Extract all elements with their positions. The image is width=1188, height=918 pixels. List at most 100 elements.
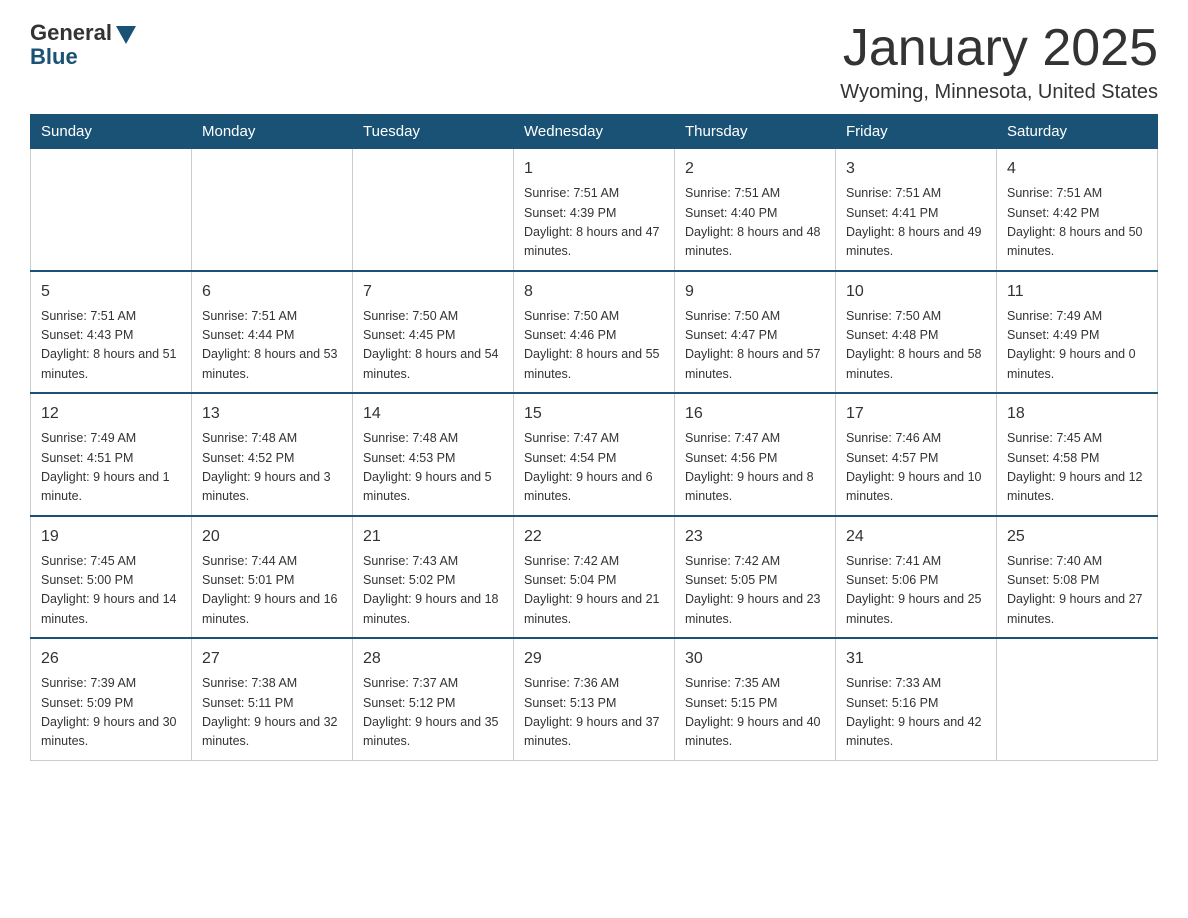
calendar-cell: 26 Sunrise: 7:39 AM Sunset: 5:09 PM Dayli… bbox=[31, 638, 192, 760]
calendar-week-row: 12 Sunrise: 7:49 AM Sunset: 4:51 PM Dayli… bbox=[31, 393, 1158, 516]
calendar-cell: 14 Sunrise: 7:48 AM Sunset: 4:53 PM Dayli… bbox=[353, 393, 514, 516]
calendar-week-row: 19 Sunrise: 7:45 AM Sunset: 5:00 PM Dayli… bbox=[31, 516, 1158, 639]
calendar-cell: 10Sunrise: 7:50 AM Sunset: 4:48 PM Dayli… bbox=[836, 271, 997, 394]
logo-general-text: General bbox=[30, 20, 112, 46]
calendar-cell: 4 Sunrise: 7:51 AM Sunset: 4:42 PM Daylig… bbox=[997, 149, 1158, 271]
calendar-week-row: 1 Sunrise: 7:51 AM Sunset: 4:39 PM Daylig… bbox=[31, 149, 1158, 271]
weekday-header-sunday: Sunday bbox=[31, 115, 192, 149]
calendar-cell: 9 Sunrise: 7:50 AM Sunset: 4:47 PM Daylig… bbox=[675, 271, 836, 394]
calendar-cell: 23 Sunrise: 7:42 AM Sunset: 5:05 PM Dayli… bbox=[675, 516, 836, 639]
calendar-cell: 15Sunrise: 7:47 AM Sunset: 4:54 PM Dayli… bbox=[514, 393, 675, 516]
calendar-cell: 1 Sunrise: 7:51 AM Sunset: 4:39 PM Daylig… bbox=[514, 149, 675, 271]
weekday-header-friday: Friday bbox=[836, 115, 997, 149]
day-number: 31 bbox=[846, 647, 986, 671]
day-number: 4 bbox=[1007, 157, 1147, 181]
day-info: Sunrise: 7:51 AM Sunset: 4:40 PM Dayligh… bbox=[685, 184, 825, 262]
logo-triangle-icon bbox=[116, 26, 136, 44]
day-info: Sunrise: 7:42 AM Sunset: 5:05 PM Dayligh… bbox=[685, 552, 825, 630]
day-number: 12 bbox=[41, 402, 181, 426]
calendar-cell: 5 Sunrise: 7:51 AM Sunset: 4:43 PM Daylig… bbox=[31, 271, 192, 394]
calendar-cell: 19 Sunrise: 7:45 AM Sunset: 5:00 PM Dayli… bbox=[31, 516, 192, 639]
day-info: Sunrise: 7:35 AM Sunset: 5:15 PM Dayligh… bbox=[685, 674, 825, 752]
day-info: Sunrise: 7:50 AM Sunset: 4:47 PM Dayligh… bbox=[685, 307, 825, 385]
day-info: Sunrise: 7:45 AM Sunset: 5:00 PM Dayligh… bbox=[41, 552, 181, 630]
day-number: 9 bbox=[685, 280, 825, 304]
calendar-cell bbox=[997, 638, 1158, 760]
calendar-cell: 2Sunrise: 7:51 AM Sunset: 4:40 PM Daylig… bbox=[675, 149, 836, 271]
calendar-week-row: 5 Sunrise: 7:51 AM Sunset: 4:43 PM Daylig… bbox=[31, 271, 1158, 394]
day-info: Sunrise: 7:51 AM Sunset: 4:43 PM Dayligh… bbox=[41, 307, 181, 385]
day-info: Sunrise: 7:44 AM Sunset: 5:01 PM Dayligh… bbox=[202, 552, 342, 630]
day-number: 6 bbox=[202, 280, 342, 304]
day-info: Sunrise: 7:45 AM Sunset: 4:58 PM Dayligh… bbox=[1007, 429, 1147, 507]
calendar-body: 1 Sunrise: 7:51 AM Sunset: 4:39 PM Daylig… bbox=[31, 149, 1158, 761]
day-number: 30 bbox=[685, 647, 825, 671]
calendar-cell: 20 Sunrise: 7:44 AM Sunset: 5:01 PM Dayli… bbox=[192, 516, 353, 639]
day-number: 5 bbox=[41, 280, 181, 304]
calendar-cell: 24Sunrise: 7:41 AM Sunset: 5:06 PM Dayli… bbox=[836, 516, 997, 639]
calendar-table: SundayMondayTuesdayWednesdayThursdayFrid… bbox=[30, 114, 1158, 761]
day-info: Sunrise: 7:48 AM Sunset: 4:53 PM Dayligh… bbox=[363, 429, 503, 507]
day-info: Sunrise: 7:43 AM Sunset: 5:02 PM Dayligh… bbox=[363, 552, 503, 630]
calendar-header: SundayMondayTuesdayWednesdayThursdayFrid… bbox=[31, 115, 1158, 149]
calendar-cell: 11Sunrise: 7:49 AM Sunset: 4:49 PM Dayli… bbox=[997, 271, 1158, 394]
calendar-cell: 16Sunrise: 7:47 AM Sunset: 4:56 PM Dayli… bbox=[675, 393, 836, 516]
day-info: Sunrise: 7:51 AM Sunset: 4:42 PM Dayligh… bbox=[1007, 184, 1147, 262]
month-title: January 2025 bbox=[840, 20, 1158, 77]
day-info: Sunrise: 7:36 AM Sunset: 5:13 PM Dayligh… bbox=[524, 674, 664, 752]
day-number: 29 bbox=[524, 647, 664, 671]
day-number: 27 bbox=[202, 647, 342, 671]
calendar-cell bbox=[31, 149, 192, 271]
calendar-cell: 29 Sunrise: 7:36 AM Sunset: 5:13 PM Dayli… bbox=[514, 638, 675, 760]
calendar-cell: 30 Sunrise: 7:35 AM Sunset: 5:15 PM Dayli… bbox=[675, 638, 836, 760]
page-header: General Blue January 2025 Wyoming, Minne… bbox=[30, 20, 1158, 104]
logo-blue-text: Blue bbox=[30, 44, 78, 70]
day-info: Sunrise: 7:51 AM Sunset: 4:39 PM Dayligh… bbox=[524, 184, 664, 262]
day-number: 20 bbox=[202, 525, 342, 549]
day-info: Sunrise: 7:39 AM Sunset: 5:09 PM Dayligh… bbox=[41, 674, 181, 752]
day-number: 15 bbox=[524, 402, 664, 426]
day-info: Sunrise: 7:49 AM Sunset: 4:51 PM Dayligh… bbox=[41, 429, 181, 507]
calendar-cell: 28 Sunrise: 7:37 AM Sunset: 5:12 PM Dayli… bbox=[353, 638, 514, 760]
day-number: 16 bbox=[685, 402, 825, 426]
calendar-cell: 7 Sunrise: 7:50 AM Sunset: 4:45 PM Daylig… bbox=[353, 271, 514, 394]
logo: General Blue bbox=[30, 20, 136, 70]
title-area: January 2025 Wyoming, Minnesota, United … bbox=[840, 20, 1158, 104]
calendar-cell: 12 Sunrise: 7:49 AM Sunset: 4:51 PM Dayli… bbox=[31, 393, 192, 516]
calendar-cell: 22Sunrise: 7:42 AM Sunset: 5:04 PM Dayli… bbox=[514, 516, 675, 639]
calendar-cell bbox=[353, 149, 514, 271]
weekday-header-wednesday: Wednesday bbox=[514, 115, 675, 149]
day-number: 25 bbox=[1007, 525, 1147, 549]
calendar-cell: 6Sunrise: 7:51 AM Sunset: 4:44 PM Daylig… bbox=[192, 271, 353, 394]
day-number: 14 bbox=[363, 402, 503, 426]
calendar-cell: 17Sunrise: 7:46 AM Sunset: 4:57 PM Dayli… bbox=[836, 393, 997, 516]
day-number: 17 bbox=[846, 402, 986, 426]
day-number: 23 bbox=[685, 525, 825, 549]
calendar-cell: 3Sunrise: 7:51 AM Sunset: 4:41 PM Daylig… bbox=[836, 149, 997, 271]
day-info: Sunrise: 7:51 AM Sunset: 4:41 PM Dayligh… bbox=[846, 184, 986, 262]
day-info: Sunrise: 7:50 AM Sunset: 4:45 PM Dayligh… bbox=[363, 307, 503, 385]
calendar-cell bbox=[192, 149, 353, 271]
day-info: Sunrise: 7:48 AM Sunset: 4:52 PM Dayligh… bbox=[202, 429, 342, 507]
day-info: Sunrise: 7:50 AM Sunset: 4:48 PM Dayligh… bbox=[846, 307, 986, 385]
location-text: Wyoming, Minnesota, United States bbox=[840, 81, 1158, 104]
day-info: Sunrise: 7:49 AM Sunset: 4:49 PM Dayligh… bbox=[1007, 307, 1147, 385]
day-number: 1 bbox=[524, 157, 664, 181]
day-number: 7 bbox=[363, 280, 503, 304]
day-info: Sunrise: 7:41 AM Sunset: 5:06 PM Dayligh… bbox=[846, 552, 986, 630]
weekday-header-monday: Monday bbox=[192, 115, 353, 149]
day-number: 19 bbox=[41, 525, 181, 549]
day-info: Sunrise: 7:37 AM Sunset: 5:12 PM Dayligh… bbox=[363, 674, 503, 752]
calendar-cell: 25Sunrise: 7:40 AM Sunset: 5:08 PM Dayli… bbox=[997, 516, 1158, 639]
calendar-cell: 21 Sunrise: 7:43 AM Sunset: 5:02 PM Dayli… bbox=[353, 516, 514, 639]
weekday-header-saturday: Saturday bbox=[997, 115, 1158, 149]
day-number: 21 bbox=[363, 525, 503, 549]
day-info: Sunrise: 7:33 AM Sunset: 5:16 PM Dayligh… bbox=[846, 674, 986, 752]
day-number: 18 bbox=[1007, 402, 1147, 426]
weekday-header-row: SundayMondayTuesdayWednesdayThursdayFrid… bbox=[31, 115, 1158, 149]
day-number: 26 bbox=[41, 647, 181, 671]
day-info: Sunrise: 7:42 AM Sunset: 5:04 PM Dayligh… bbox=[524, 552, 664, 630]
weekday-header-tuesday: Tuesday bbox=[353, 115, 514, 149]
day-number: 28 bbox=[363, 647, 503, 671]
calendar-week-row: 26 Sunrise: 7:39 AM Sunset: 5:09 PM Dayli… bbox=[31, 638, 1158, 760]
